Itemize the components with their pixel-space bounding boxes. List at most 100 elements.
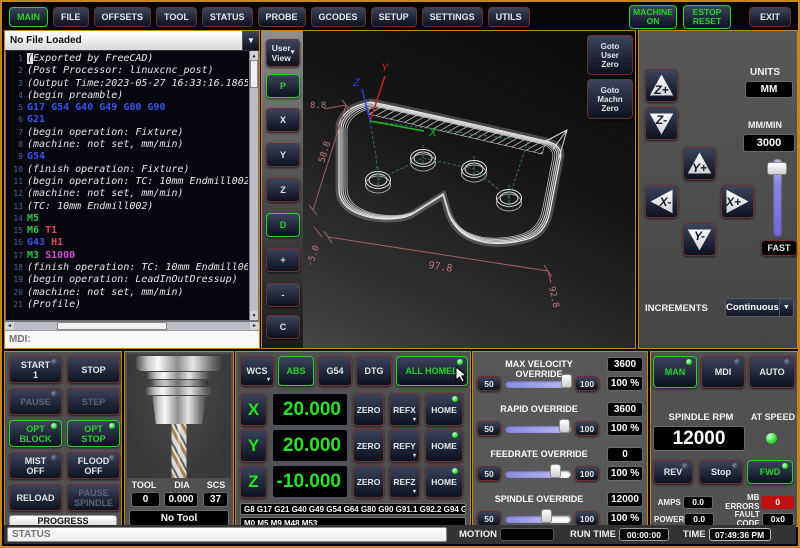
ref-y-button[interactable]: REFY▾ (389, 429, 420, 462)
override-min-button[interactable]: 50 (477, 421, 501, 436)
jog-y-button[interactable]: Y- (683, 223, 716, 256)
view-button-clear[interactable]: C (266, 315, 300, 339)
gcode-line: 21(Profile) (8, 299, 248, 311)
override-slider-knob[interactable] (559, 419, 570, 433)
run-start-1-button[interactable]: START 1 (9, 356, 62, 383)
view-button-view-x[interactable]: X (266, 108, 300, 132)
override-max-button[interactable]: 100 (575, 421, 599, 436)
view-button-view-z[interactable]: Z (266, 178, 300, 202)
override-slider-knob[interactable] (550, 464, 561, 478)
mode-auto-button[interactable]: AUTO (749, 356, 795, 388)
override-min-button[interactable]: 50 (477, 511, 501, 526)
override-min-button[interactable]: 50 (477, 376, 501, 391)
run-stop-button[interactable]: STOP (67, 356, 120, 383)
status-field[interactable] (7, 527, 447, 542)
spindle-stop-button[interactable]: Stop (699, 460, 743, 484)
view-button-perspective[interactable]: P (266, 74, 300, 98)
run-time-display: 00:00:00 (619, 528, 669, 541)
run-pause-button[interactable]: PAUSE (9, 388, 62, 415)
run-mist-off-button[interactable]: MIST OFF (9, 452, 62, 479)
menu-tab-status[interactable]: STATUS (202, 7, 253, 27)
menu-exit-button[interactable]: EXIT (749, 7, 791, 27)
override-slider[interactable] (505, 515, 571, 523)
file-selector[interactable]: No File Loaded ▼ (5, 31, 259, 51)
line-number: 3 (8, 78, 23, 90)
zero-x-button[interactable]: ZERO (353, 393, 384, 426)
increments-dropdown[interactable]: Continuous ▼ (725, 298, 794, 317)
ref-z-button[interactable]: REFZ▾ (389, 465, 420, 498)
home-z-button[interactable]: HOME (425, 465, 463, 498)
ref-x-button[interactable]: REFX▾ (389, 393, 420, 426)
menu-machine-on-button[interactable]: MACHINE ON (629, 5, 677, 29)
view-button-dimensions[interactable]: D (266, 213, 300, 237)
fast-button[interactable]: FAST (761, 240, 797, 256)
override-max-button[interactable]: 100 (575, 511, 599, 526)
run-step-button[interactable]: STEP (67, 388, 120, 415)
jog-zplus-button[interactable]: Z+ (645, 69, 678, 102)
goto-goto-machn-zero-button[interactable]: Goto Machn Zero (587, 79, 633, 119)
view-button-user-view[interactable]: User View▾ (266, 39, 300, 67)
menu-tab-settings[interactable]: SETTINGS (422, 7, 483, 27)
toolpath-preview[interactable]: X Y Z 8.8 58.8 -5.0 97.8 92.8 (262, 31, 636, 348)
override-slider-knob[interactable] (561, 374, 572, 388)
scroll-left-icon[interactable]: ◄ (5, 322, 14, 330)
dro-all-homed-button[interactable]: ALL HOMED (396, 356, 468, 386)
led-indicator (732, 463, 738, 469)
view-button-view-y[interactable]: Y (266, 143, 300, 167)
zero-y-button[interactable]: ZERO (353, 429, 384, 462)
mode-mdi-button[interactable]: MDI (701, 356, 745, 388)
run-reload-button[interactable]: RELOAD (9, 484, 62, 511)
mdi-input[interactable] (5, 330, 259, 348)
home-y-button[interactable]: HOME (425, 429, 463, 462)
zero-z-button[interactable]: ZERO (353, 465, 384, 498)
spindle-rev-button[interactable]: REV (653, 460, 693, 484)
jog-rate-slider-knob[interactable] (767, 162, 787, 175)
gcode-line: 8(machine: not set, mm/min) (8, 139, 248, 151)
override-min-button[interactable]: 50 (477, 466, 501, 481)
jog-z-button[interactable]: Z- (645, 107, 678, 140)
menu-tab-tool[interactable]: TOOL (156, 7, 197, 27)
run-opt-block-button[interactable]: OPT BLOCK (9, 420, 62, 447)
scroll-up-icon[interactable]: ▲ (250, 51, 258, 60)
text-cursor: ( (27, 53, 33, 64)
gcode-vertical-scrollbar[interactable]: ▲ ▼ (249, 51, 258, 320)
jog-x-button[interactable]: X- (645, 185, 678, 218)
menu-tab-setup[interactable]: SETUP (371, 7, 417, 27)
menu-tab-file[interactable]: FILE (53, 7, 89, 27)
scroll-right-icon[interactable]: ► (250, 322, 259, 330)
view-button-zoom-in[interactable]: + (266, 248, 300, 272)
override-slider[interactable] (505, 470, 571, 478)
chevron-down-icon[interactable]: ▼ (779, 299, 793, 316)
gcode-horizontal-scrollbar[interactable]: ◄ ► (5, 321, 259, 330)
menu-estop-reset-button[interactable]: ESTOP RESET (683, 5, 731, 29)
gcode-segment: G21 (27, 114, 45, 125)
dro-abs-button[interactable]: ABS (278, 356, 314, 386)
jog-xplus-button[interactable]: X+ (721, 185, 754, 218)
dro-g54-button[interactable]: G54 (318, 356, 352, 386)
dro-wcs-button[interactable]: WCS▾ (240, 356, 274, 386)
override-max-button[interactable]: 100 (575, 466, 599, 481)
menu-tab-gcodes[interactable]: GCODES (311, 7, 366, 27)
menu-tab-utils[interactable]: UTILS (488, 7, 530, 27)
jog-yplus-button[interactable]: Y+ (683, 147, 716, 180)
scroll-down-icon[interactable]: ▼ (250, 311, 258, 320)
led-indicator (51, 359, 57, 365)
chevron-down-icon[interactable]: ▼ (242, 31, 259, 50)
run-opt-stop-button[interactable]: OPT STOP (67, 420, 120, 447)
override-slider-knob[interactable] (541, 509, 552, 523)
menu-tab-main[interactable]: MAIN (9, 7, 48, 27)
run-pause-spindle-button[interactable]: PAUSE SPINDLE (67, 484, 120, 511)
scrollbar-thumb[interactable] (57, 322, 167, 330)
override-max-button[interactable]: 100 (575, 376, 599, 391)
gcode-editor[interactable]: 1(Exported by FreeCAD)2(Post Processor: … (5, 51, 259, 321)
goto-goto-user-zero-button[interactable]: Goto User Zero (587, 35, 633, 75)
spindle-fwd-button[interactable]: FWD (747, 460, 793, 484)
dro-dtg-button[interactable]: DTG (356, 356, 392, 386)
home-x-button[interactable]: HOME (425, 393, 463, 426)
scrollbar-thumb[interactable] (250, 60, 258, 88)
menu-tab-offsets[interactable]: OFFSETS (94, 7, 152, 27)
run-flood-off-button[interactable]: FLOOD OFF (67, 452, 120, 479)
mode-man-button[interactable]: MAN (653, 356, 697, 388)
view-button-zoom-out[interactable]: - (266, 283, 300, 307)
menu-tab-probe[interactable]: PROBE (258, 7, 306, 27)
